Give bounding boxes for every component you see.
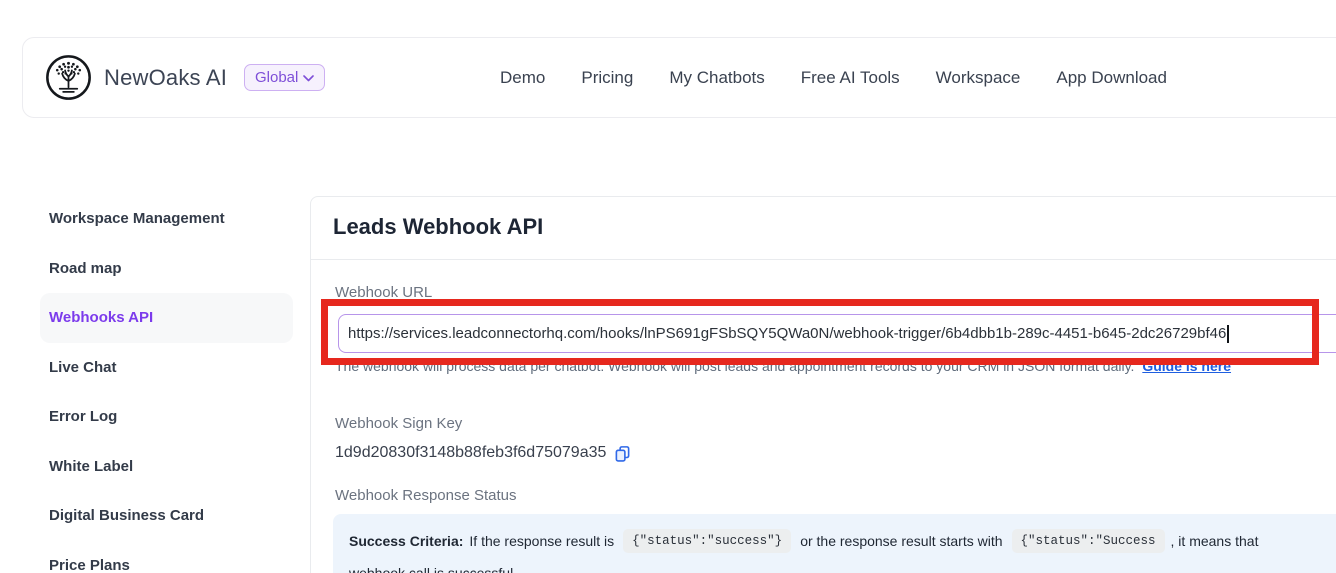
success-text-1: If the response result is	[469, 533, 614, 549]
top-nav: Demo Pricing My Chatbots Free AI Tools W…	[500, 38, 1167, 117]
sidebar-item-digital-business-card[interactable]: Digital Business Card	[40, 491, 293, 541]
settings-sidebar: Workspace Management Road map Webhooks A…	[40, 194, 293, 573]
newoaks-tree-logo-icon[interactable]	[45, 54, 92, 101]
page: NewOaks AI Global Demo Pricing My Chatbo…	[0, 0, 1336, 573]
guide-link[interactable]: Guide is here	[1142, 358, 1231, 374]
chevron-down-icon	[303, 69, 314, 86]
webhook-url-label: Webhook URL	[335, 284, 432, 301]
copy-icon[interactable]	[614, 445, 631, 462]
region-selector-label: Global	[255, 69, 298, 86]
text-cursor	[1227, 325, 1229, 343]
sidebar-item-webhooks-api[interactable]: Webhooks API	[40, 293, 293, 343]
success-criteria-line2: webhook call is successful.	[349, 565, 1336, 573]
nav-item-my-chatbots[interactable]: My Chatbots	[669, 68, 764, 88]
nav-item-free-ai-tools[interactable]: Free AI Tools	[801, 68, 900, 88]
success-text-2: or the response result starts with	[800, 533, 1002, 549]
webhook-helper-text: The webhook will process data per chatbo…	[335, 358, 1231, 374]
success-text-3: , it means that	[1171, 533, 1259, 549]
brand-name: NewOaks AI	[104, 38, 227, 117]
sidebar-item-white-label[interactable]: White Label	[40, 442, 293, 492]
header-bar: NewOaks AI Global Demo Pricing My Chatbo…	[22, 37, 1336, 118]
nav-item-app-download[interactable]: App Download	[1056, 68, 1167, 88]
region-selector[interactable]: Global	[244, 64, 325, 91]
nav-item-pricing[interactable]: Pricing	[581, 68, 633, 88]
success-code-2: {"status":"Success	[1012, 529, 1165, 553]
sign-key-value: 1d9d20830f3148b88feb3f6d75079a35	[335, 444, 606, 462]
sidebar-item-live-chat[interactable]: Live Chat	[40, 343, 293, 393]
sidebar-item-workspace-management[interactable]: Workspace Management	[40, 194, 293, 244]
success-criteria-line1: Success Criteria: If the response result…	[349, 529, 1336, 553]
sidebar-item-road-map[interactable]: Road map	[40, 244, 293, 294]
sign-key-row: 1d9d20830f3148b88feb3f6d75079a35	[335, 444, 631, 462]
success-criteria-heading: Success Criteria:	[349, 533, 463, 549]
response-status-label: Webhook Response Status	[335, 487, 517, 504]
sign-key-label: Webhook Sign Key	[335, 415, 462, 432]
nav-item-workspace[interactable]: Workspace	[936, 68, 1021, 88]
sidebar-item-price-plans[interactable]: Price Plans	[40, 541, 293, 573]
helper-text: The webhook will process data per chatbo…	[335, 358, 1134, 374]
page-title: Leads Webhook API	[333, 214, 543, 240]
sidebar-item-error-log[interactable]: Error Log	[40, 392, 293, 442]
success-code-1: {"status":"success"}	[623, 529, 791, 553]
main-content-panel: Leads Webhook API Webhook URL https://se…	[310, 196, 1336, 573]
webhook-url-input[interactable]: https://services.leadconnectorhq.com/hoo…	[338, 314, 1336, 353]
title-divider	[311, 259, 1336, 260]
nav-item-demo[interactable]: Demo	[500, 68, 545, 88]
success-criteria-box: Success Criteria: If the response result…	[333, 514, 1336, 573]
webhook-url-value: https://services.leadconnectorhq.com/hoo…	[348, 325, 1226, 342]
